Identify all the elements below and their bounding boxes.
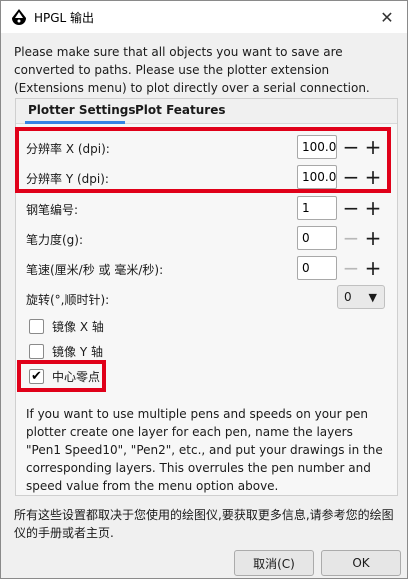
- inkscape-app-icon: [12, 9, 26, 25]
- pen-speed-increment-icon[interactable]: +: [362, 256, 384, 280]
- pen-number-decrement-icon[interactable]: −: [340, 196, 362, 220]
- center-zero-highlight-box: [17, 360, 106, 392]
- mirror-x-checkbox-row[interactable]: 镜像 X 轴: [29, 317, 104, 335]
- tab-plotter-settings[interactable]: Plotter Settings: [28, 103, 136, 117]
- active-tab-indicator: [25, 121, 125, 124]
- pen-number-spinner: 1 − +: [297, 196, 385, 220]
- ok-button[interactable]: OK: [321, 550, 401, 576]
- mirror-y-checkbox[interactable]: [29, 343, 44, 359]
- pen-number-label: 钢笔编号:: [26, 203, 79, 217]
- pen-number-increment-icon[interactable]: +: [362, 196, 384, 220]
- mirror-y-label: 镜像 Y 轴: [52, 344, 103, 359]
- resolution-highlight-box: [15, 127, 391, 193]
- pen-speed-decrement-icon[interactable]: −: [340, 256, 362, 280]
- pen-force-spinner: 0 − +: [297, 226, 385, 250]
- cancel-button[interactable]: 取消(C): [234, 550, 314, 576]
- pen-force-decrement-icon[interactable]: −: [340, 226, 362, 250]
- dropdown-arrow-icon: ▼: [368, 291, 377, 304]
- footer-note: 所有这些设置都取决于您使用的绘图仪,要获取更多信息,请参考您的绘图仪的手册或者主…: [14, 508, 394, 540]
- intro-text: Please make sure that all objects you wa…: [14, 45, 370, 95]
- mirror-x-label: 镜像 X 轴: [52, 319, 104, 334]
- pen-force-increment-icon[interactable]: +: [362, 226, 384, 250]
- rotation-label: 旋转(°,顺时针):: [26, 293, 110, 307]
- window-title: HPGL 输出: [34, 11, 95, 25]
- multi-pen-note: If you want to use multiple pens and spe…: [26, 407, 383, 493]
- tab-plot-features[interactable]: Plot Features: [135, 103, 226, 117]
- mirror-y-checkbox-row[interactable]: 镜像 Y 轴: [29, 342, 103, 360]
- pen-speed-label: 笔速(厘米/秒 或 毫米/秒):: [26, 263, 164, 277]
- close-icon: ✕: [380, 7, 394, 27]
- tab-bar: Plotter Settings Plot Features: [16, 99, 397, 124]
- title-bar[interactable]: HPGL 输出 ✕: [1, 1, 407, 33]
- close-button[interactable]: ✕: [367, 1, 407, 33]
- pen-speed-input[interactable]: 0: [297, 256, 337, 280]
- pen-force-input[interactable]: 0: [297, 226, 337, 250]
- mirror-x-checkbox[interactable]: [29, 318, 44, 334]
- hpgl-export-dialog: HPGL 输出 ✕ Please make sure that all obje…: [0, 0, 408, 579]
- rotation-value: 0: [344, 290, 352, 304]
- pen-force-label: 笔力度(g):: [26, 233, 84, 247]
- pen-number-input[interactable]: 1: [297, 196, 337, 220]
- rotation-combo[interactable]: 0 ▼: [337, 285, 385, 309]
- pen-speed-spinner: 0 − +: [297, 256, 385, 280]
